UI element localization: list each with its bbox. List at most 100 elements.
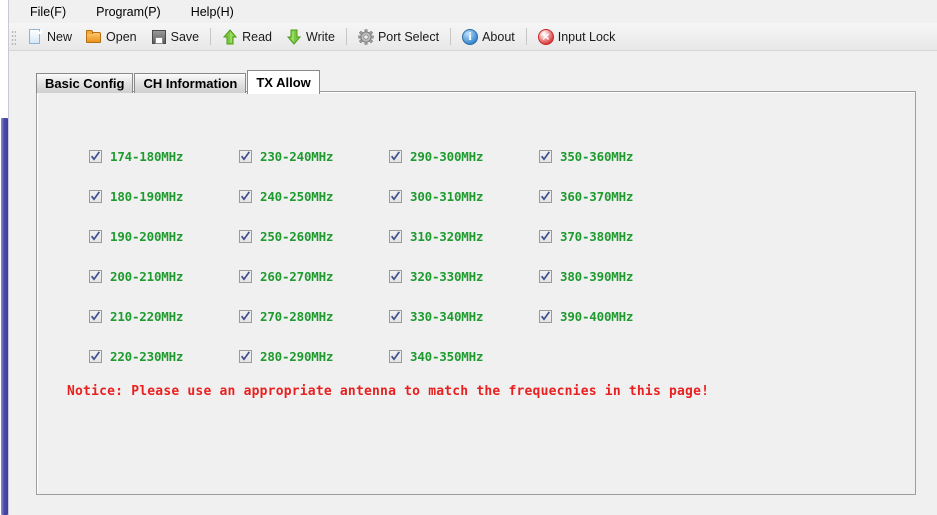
tx-allow-checkbox-label: 250-260MHz bbox=[260, 228, 334, 244]
tx-allow-checkbox-label: 390-400MHz bbox=[560, 308, 634, 324]
tx-allow-checkbox-item[interactable]: 220-230MHz bbox=[89, 347, 239, 365]
tx-allow-checkbox-item[interactable]: 330-340MHz bbox=[389, 307, 539, 325]
tx-allow-checkbox-item[interactable]: 250-260MHz bbox=[239, 227, 389, 245]
toolbar-grip[interactable] bbox=[11, 28, 16, 45]
tx-allow-checkbox-grid: 174-180MHz 230-240MHz 290-300MHz 350-360MHz… bbox=[89, 136, 729, 376]
read-button[interactable]: Read bbox=[216, 24, 278, 50]
tx-allow-checkbox-item[interactable]: 280-290MHz bbox=[239, 347, 389, 365]
open-button[interactable]: Open bbox=[80, 24, 143, 50]
tx-allow-checkbox-label: 340-350MHz bbox=[410, 348, 484, 364]
tx-allow-checkbox-item[interactable]: 380-390MHz bbox=[539, 267, 689, 285]
tx-allow-checkbox-item[interactable]: 360-370MHz bbox=[539, 187, 689, 205]
save-button-label: Save bbox=[170, 29, 200, 44]
tx-allow-checkbox-label: 300-310MHz bbox=[410, 188, 484, 204]
checkbox-checked-icon[interactable] bbox=[389, 189, 402, 203]
checkbox-checked-icon[interactable] bbox=[89, 349, 102, 363]
tx-allow-checkbox-item[interactable]: 320-330MHz bbox=[389, 267, 539, 285]
tx-allow-checkbox-item[interactable]: 300-310MHz bbox=[389, 187, 539, 205]
checkbox-checked-icon[interactable] bbox=[539, 149, 552, 163]
arrow-up-icon bbox=[222, 28, 238, 45]
vertical-scrollbar[interactable] bbox=[0, 0, 9, 515]
tx-allow-checkbox-label: 190-200MHz bbox=[110, 228, 184, 244]
tx-allow-panel: 174-180MHz 230-240MHz 290-300MHz 350-360MHz… bbox=[36, 91, 916, 495]
checkbox-checked-icon[interactable] bbox=[539, 269, 552, 283]
menu-file[interactable]: File(F) bbox=[19, 2, 77, 22]
checkbox-checked-icon[interactable] bbox=[239, 309, 252, 323]
tab-tx-allow[interactable]: TX Allow bbox=[247, 70, 320, 94]
checkbox-checked-icon[interactable] bbox=[389, 149, 402, 163]
tx-allow-checkbox-label: 370-380MHz bbox=[560, 228, 634, 244]
checkbox-checked-icon[interactable] bbox=[239, 189, 252, 203]
tx-allow-checkbox-item[interactable]: 350-360MHz bbox=[539, 147, 689, 165]
checkbox-checked-icon[interactable] bbox=[389, 229, 402, 243]
write-button[interactable]: Write bbox=[280, 24, 341, 50]
tx-allow-checkbox-label: 360-370MHz bbox=[560, 188, 634, 204]
checkbox-checked-icon[interactable] bbox=[389, 349, 402, 363]
info-icon bbox=[462, 28, 479, 45]
checkbox-checked-icon[interactable] bbox=[239, 269, 252, 283]
tx-allow-checkbox-label: 260-270MHz bbox=[260, 268, 334, 284]
tx-allow-checkbox-label: 174-180MHz bbox=[110, 148, 184, 164]
checkbox-checked-icon[interactable] bbox=[89, 229, 102, 243]
checkbox-checked-icon[interactable] bbox=[239, 229, 252, 243]
save-button[interactable]: Save bbox=[145, 24, 206, 50]
about-button-label: About bbox=[482, 29, 515, 44]
checkbox-checked-icon[interactable] bbox=[239, 149, 252, 163]
open-folder-icon bbox=[86, 29, 102, 45]
about-button[interactable]: About bbox=[456, 24, 521, 50]
tx-allow-checkbox-label: 210-220MHz bbox=[110, 308, 184, 324]
tx-allow-checkbox-item[interactable]: 230-240MHz bbox=[239, 147, 389, 165]
checkbox-checked-icon[interactable] bbox=[239, 349, 252, 363]
tx-allow-checkbox-item[interactable]: 390-400MHz bbox=[539, 307, 689, 325]
tx-allow-checkbox-item[interactable]: 210-220MHz bbox=[89, 307, 239, 325]
checkbox-checked-icon[interactable] bbox=[539, 189, 552, 203]
checkbox-checked-icon[interactable] bbox=[389, 269, 402, 283]
tx-allow-checkbox-item[interactable]: 240-250MHz bbox=[239, 187, 389, 205]
vertical-scrollbar-thumb[interactable] bbox=[1, 118, 8, 515]
tx-allow-checkbox-item[interactable]: 190-200MHz bbox=[89, 227, 239, 245]
tx-allow-checkbox-label: 320-330MHz bbox=[410, 268, 484, 284]
toolbar: New Open Save Read Write Port Select i A… bbox=[9, 23, 937, 51]
checkbox-checked-icon[interactable] bbox=[89, 189, 102, 203]
tx-allow-checkbox-item[interactable]: 270-280MHz bbox=[239, 307, 389, 325]
tx-allow-checkbox-label: 330-340MHz bbox=[410, 308, 484, 324]
tx-allow-checkbox-item[interactable]: 180-190MHz bbox=[89, 187, 239, 205]
tx-allow-checkbox-item[interactable]: 260-270MHz bbox=[239, 267, 389, 285]
toolbar-separator bbox=[450, 28, 452, 45]
menu-bar: File(F) Program(P) Help(H) bbox=[9, 0, 937, 23]
toolbar-separator bbox=[210, 28, 212, 45]
checkbox-checked-icon[interactable] bbox=[539, 229, 552, 243]
open-button-label: Open bbox=[106, 29, 137, 44]
checkbox-checked-icon[interactable] bbox=[539, 309, 552, 323]
save-floppy-icon bbox=[151, 29, 167, 45]
tx-allow-checkbox-label: 350-360MHz bbox=[560, 148, 634, 164]
menu-help[interactable]: Help(H) bbox=[180, 2, 245, 22]
tab-basic-config[interactable]: Basic Config bbox=[36, 73, 134, 93]
tx-allow-checkbox-label: 200-210MHz bbox=[110, 268, 184, 284]
checkbox-checked-icon[interactable] bbox=[89, 309, 102, 323]
tx-allow-checkbox-label: 230-240MHz bbox=[260, 148, 334, 164]
new-page-icon bbox=[27, 28, 43, 45]
checkbox-checked-icon[interactable] bbox=[89, 149, 102, 163]
tx-allow-checkbox-item[interactable]: 200-210MHz bbox=[89, 267, 239, 285]
arrow-down-icon bbox=[286, 29, 302, 45]
tx-allow-checkbox-item[interactable]: 310-320MHz bbox=[389, 227, 539, 245]
tx-allow-checkbox-label: 220-230MHz bbox=[110, 348, 184, 364]
checkbox-checked-icon[interactable] bbox=[389, 309, 402, 323]
input-lock-button[interactable]: Input Lock bbox=[532, 24, 622, 50]
tx-allow-checkbox-label: 280-290MHz bbox=[260, 348, 334, 364]
tx-allow-checkbox-item[interactable]: 370-380MHz bbox=[539, 227, 689, 245]
tab-ch-information[interactable]: CH Information bbox=[134, 73, 247, 93]
checkbox-checked-icon[interactable] bbox=[89, 269, 102, 283]
menu-program[interactable]: Program(P) bbox=[85, 2, 172, 22]
notice-text: Notice: Please use an appropriate antenn… bbox=[67, 384, 710, 399]
tx-allow-checkbox-label: 270-280MHz bbox=[260, 308, 334, 324]
tab-strip: Basic Config CH Information TX Allow bbox=[36, 70, 321, 94]
port-select-button[interactable]: Port Select bbox=[352, 24, 445, 50]
port-select-button-label: Port Select bbox=[377, 29, 440, 44]
new-button[interactable]: New bbox=[21, 24, 78, 50]
tx-allow-checkbox-item[interactable]: 340-350MHz bbox=[389, 347, 539, 365]
tx-allow-checkbox-item[interactable]: 174-180MHz bbox=[89, 147, 239, 165]
tx-allow-checkbox-item[interactable]: 290-300MHz bbox=[389, 147, 539, 165]
gear-icon bbox=[358, 28, 374, 45]
